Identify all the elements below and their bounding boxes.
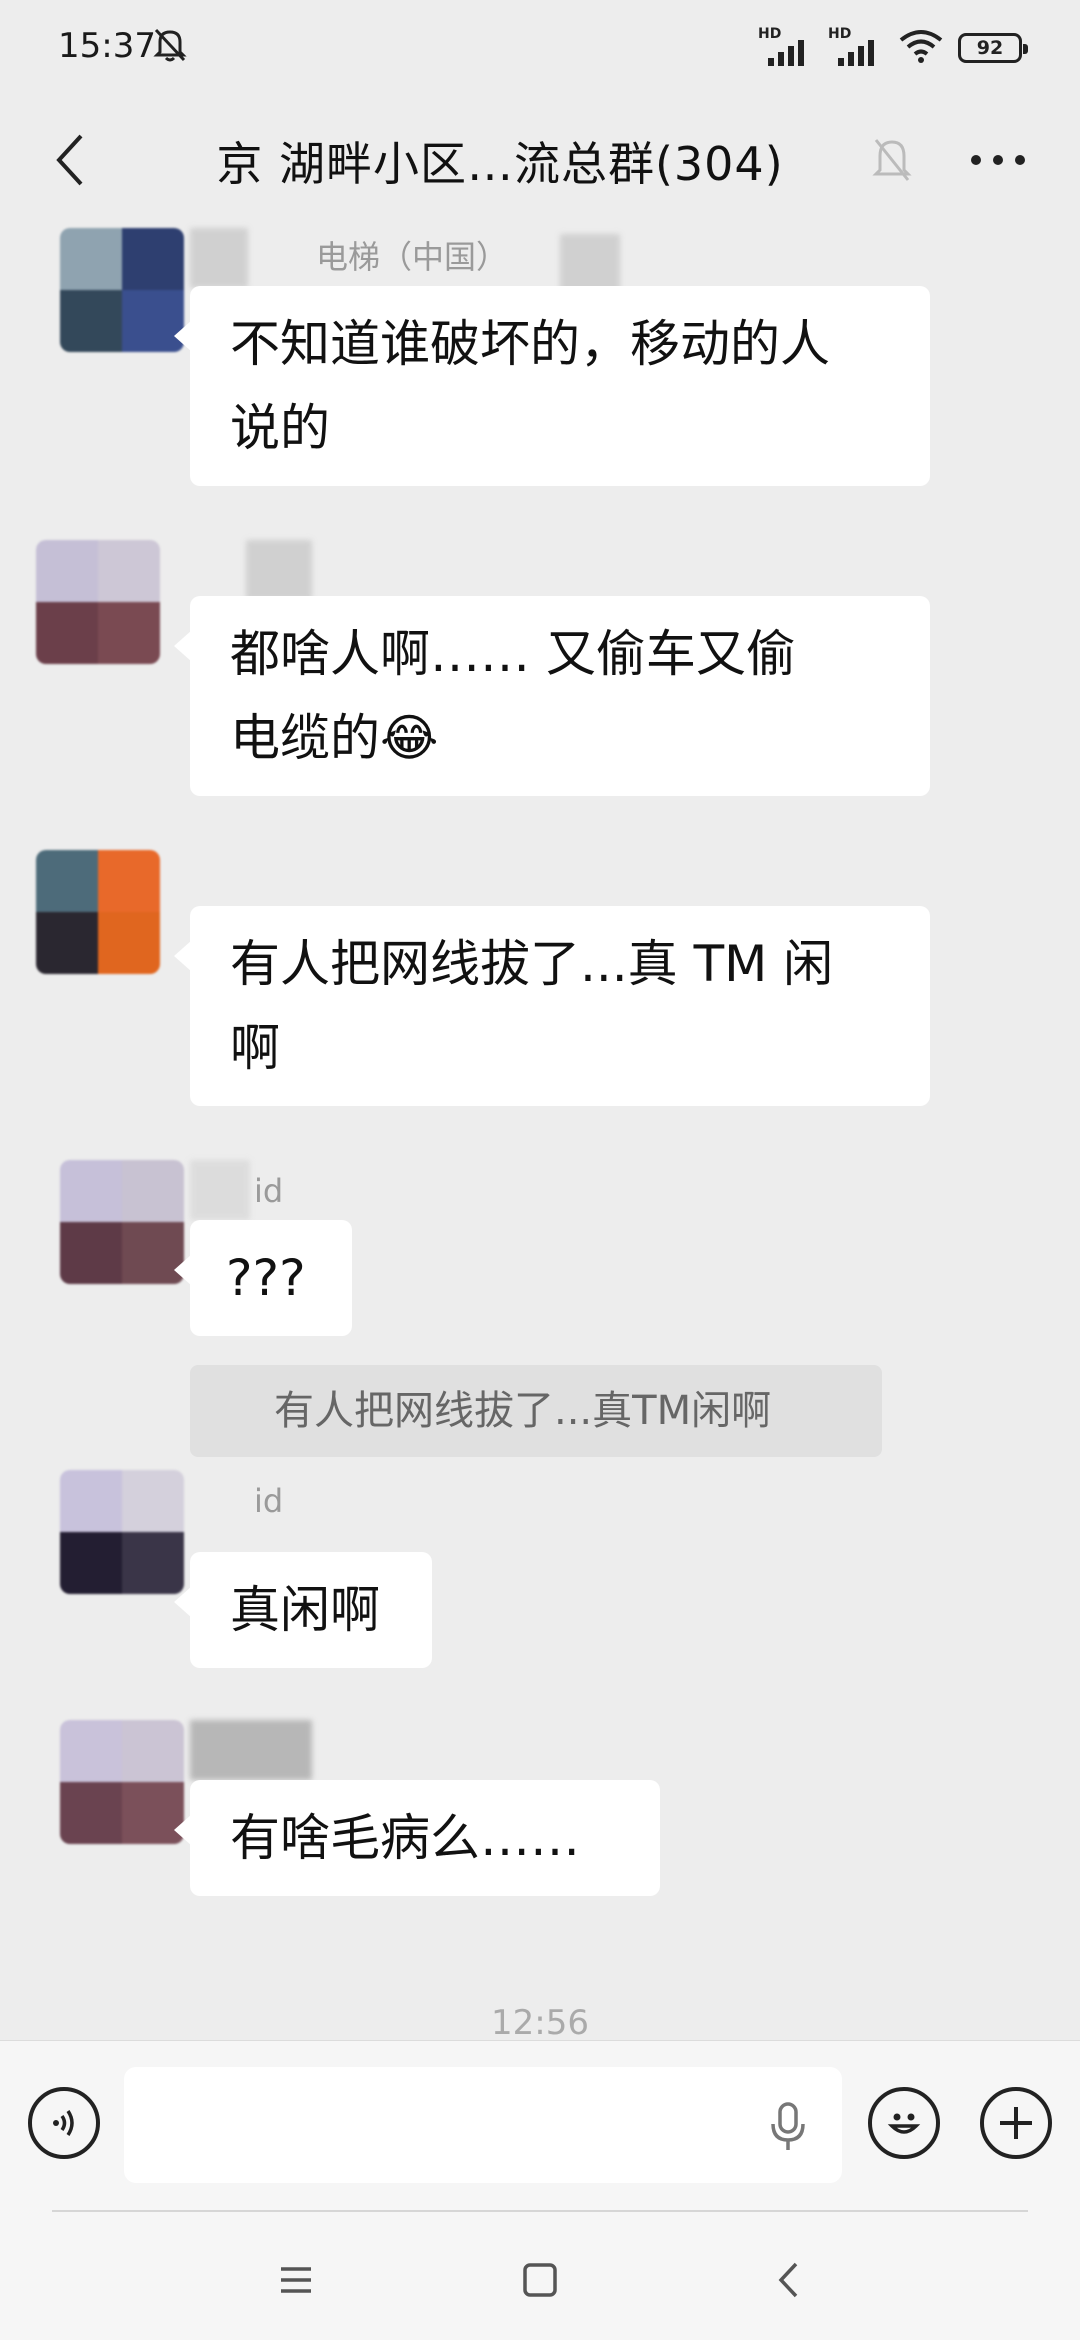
microphone-button[interactable] bbox=[756, 2095, 820, 2159]
quoted-text: 有人把网线拔了...真TM闲啊 bbox=[274, 1388, 772, 1434]
message-line: 真闲啊 bbox=[230, 1581, 380, 1639]
message-line: 电缆的😂 bbox=[230, 709, 439, 767]
chevron-left-icon bbox=[56, 134, 83, 186]
message-line: 说的 bbox=[230, 399, 330, 457]
message-bubble[interactable]: 有人把网线拔了...真 TM 闲 啊 bbox=[174, 906, 930, 1106]
home-square-icon bbox=[523, 2263, 557, 2297]
wifi-icon bbox=[898, 28, 944, 68]
microphone-icon bbox=[771, 2102, 805, 2150]
system-nav-bar bbox=[0, 2212, 1080, 2340]
voice-toggle-button[interactable] bbox=[28, 2087, 100, 2159]
chevron-left-icon bbox=[778, 2262, 798, 2298]
message-bubble[interactable]: 真闲啊 bbox=[174, 1552, 432, 1668]
avatar[interactable] bbox=[60, 1160, 184, 1284]
message-line: ??? bbox=[226, 1249, 306, 1307]
chat-header: 京 湖畔小区…流总群(304) bbox=[0, 100, 1080, 220]
battery-level: 92 bbox=[976, 37, 1004, 59]
message-bubble[interactable]: 有啥毛病么…… bbox=[174, 1780, 660, 1896]
redacted-block bbox=[246, 540, 312, 600]
redacted-block bbox=[560, 234, 620, 294]
message-bubble[interactable]: ??? bbox=[174, 1220, 352, 1336]
plus-button[interactable] bbox=[980, 2087, 1052, 2159]
voice-input-icon bbox=[53, 2110, 74, 2136]
sender-name: id bbox=[254, 1172, 284, 1210]
avatar[interactable] bbox=[36, 540, 160, 664]
nav-back-button[interactable] bbox=[758, 2250, 818, 2310]
redacted-block bbox=[190, 1720, 312, 1780]
avatar[interactable] bbox=[60, 1720, 184, 1844]
quoted-reply[interactable]: 有人把网线拔了...真TM闲啊 bbox=[190, 1365, 882, 1457]
avatar[interactable] bbox=[60, 228, 184, 352]
message-input-bar bbox=[0, 2040, 1080, 2213]
message-timestamp: 12:56 bbox=[491, 2003, 589, 2040]
redacted-block bbox=[190, 228, 248, 288]
back-button[interactable] bbox=[36, 122, 106, 198]
message-input[interactable] bbox=[124, 2067, 842, 2183]
avatar[interactable] bbox=[60, 1470, 184, 1594]
status-bar: 15:37 HD HD 92 bbox=[0, 0, 1080, 100]
more-dots-icon bbox=[971, 155, 1025, 165]
message-line: 有啥毛病么…… bbox=[230, 1809, 580, 1867]
chat-title: 京 湖畔小区…流总群(304) bbox=[216, 137, 784, 191]
message-line: 啊 bbox=[230, 1019, 280, 1077]
bell-off-icon bbox=[862, 124, 922, 194]
message-bubble[interactable]: 都啥人啊…… 又偷车又偷 电缆的😂 bbox=[174, 596, 930, 796]
sender-name: id bbox=[254, 1482, 284, 1520]
redacted-block bbox=[190, 1160, 250, 1220]
message-line: 都啥人啊…… 又偷车又偷 bbox=[230, 625, 796, 683]
avatar[interactable] bbox=[36, 850, 160, 974]
message-line: 不知道谁破坏的，移动的人 bbox=[230, 315, 830, 373]
message-bubble[interactable]: 不知道谁破坏的，移动的人 说的 bbox=[174, 286, 930, 486]
message-line: 有人把网线拔了...真 TM 闲 bbox=[230, 935, 834, 993]
status-indicators: HD HD 92 bbox=[758, 20, 1028, 76]
sender-name: 电梯（中国） bbox=[316, 238, 509, 276]
emoji-icon bbox=[887, 2113, 921, 2134]
nav-home-button[interactable] bbox=[510, 2250, 570, 2310]
signal-icon: HD bbox=[828, 26, 884, 70]
battery-icon: 92 bbox=[958, 33, 1028, 63]
bell-off-status-icon bbox=[150, 24, 190, 64]
chat-message-list[interactable]: 电梯（中国） 不知道谁破坏的，移动的人 说的 都啥人啊…… 又偷车又偷 电缆的😂… bbox=[0, 220, 1080, 2040]
menu-icon bbox=[281, 2267, 311, 2293]
nav-menu-button[interactable] bbox=[266, 2250, 326, 2310]
signal-icon: HD bbox=[758, 26, 814, 70]
status-time: 15:37 bbox=[58, 26, 156, 66]
emoji-button[interactable] bbox=[868, 2087, 940, 2159]
plus-icon bbox=[1000, 2107, 1032, 2139]
more-options-button[interactable] bbox=[958, 130, 1038, 190]
